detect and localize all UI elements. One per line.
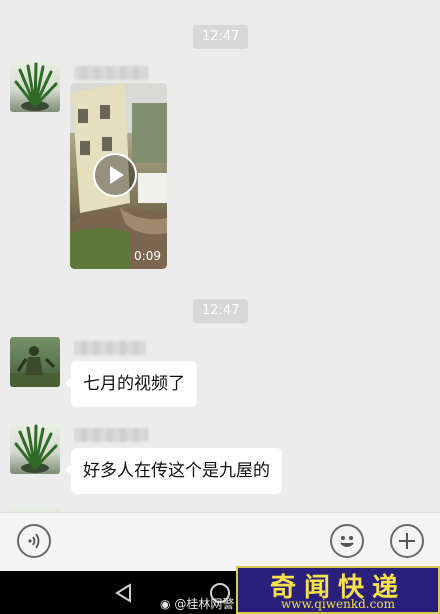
- play-icon[interactable]: [93, 153, 137, 197]
- username-blurred: [74, 428, 148, 442]
- avatar[interactable]: [10, 62, 60, 112]
- avatar[interactable]: [10, 424, 60, 474]
- timestamp: 12:47: [193, 25, 249, 49]
- emoji-icon[interactable]: [330, 524, 364, 558]
- message-bubble[interactable]: 七月的视频了: [65, 361, 197, 407]
- message-bubble[interactable]: 好多人在传这个是九屋的: [65, 448, 282, 494]
- username-blurred: [74, 341, 146, 355]
- weibo-icon: ◉: [160, 597, 171, 611]
- source-credit: ◉ @桂林网警: [160, 597, 235, 611]
- video-message[interactable]: 0:09: [70, 83, 167, 269]
- video-duration: 0:09: [134, 249, 161, 263]
- username-blurred: [74, 66, 148, 80]
- back-triangle-icon[interactable]: [112, 581, 136, 605]
- input-bar: [0, 512, 440, 571]
- avatar[interactable]: [10, 337, 60, 387]
- watermark-badge: 奇闻快递 www.qiwenkd.com: [236, 566, 440, 614]
- plus-icon[interactable]: [390, 524, 424, 558]
- voice-icon[interactable]: [17, 524, 51, 558]
- watermark-url: www.qiwenkd.com: [281, 597, 395, 611]
- timestamp: 12:47: [193, 299, 249, 323]
- chat-area: 12:47 0:09 12:47 七月的视频了 好多人在传这个是九屋的: [0, 0, 440, 512]
